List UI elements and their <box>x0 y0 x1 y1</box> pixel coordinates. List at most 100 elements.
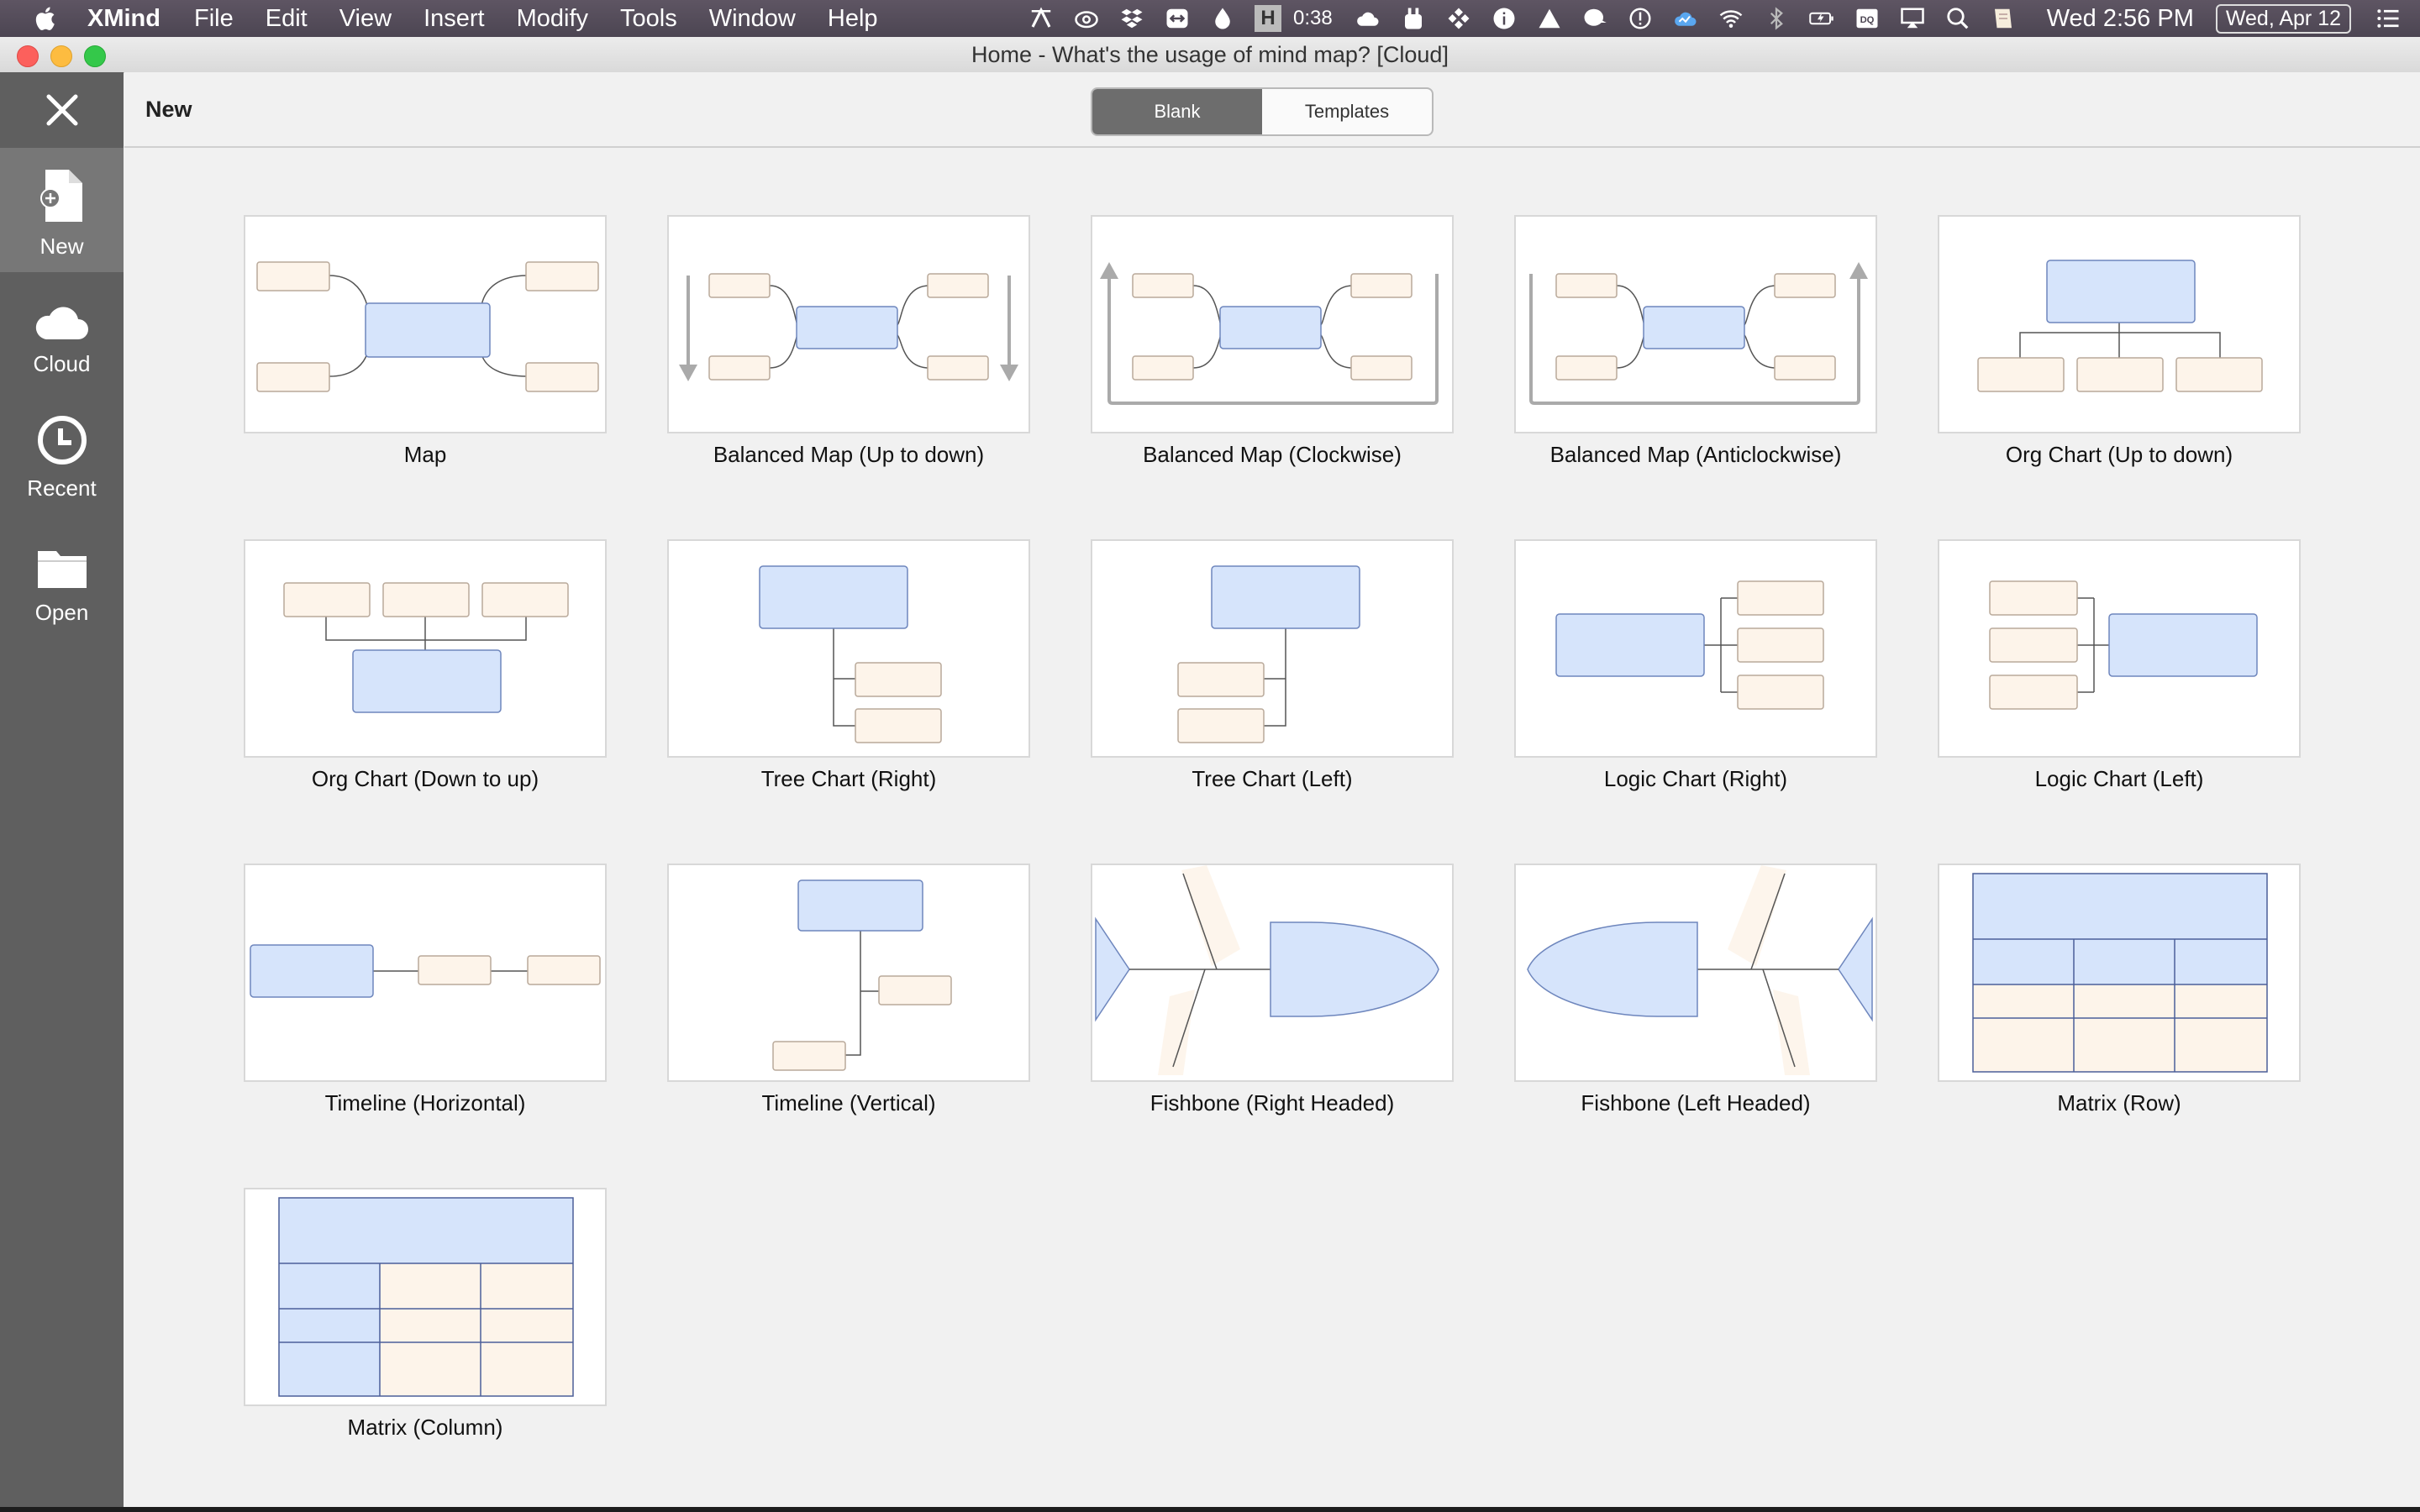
blank-templates-switch: Blank Templates <box>1091 87 1434 136</box>
window-zoom-button[interactable] <box>84 45 106 67</box>
template-map[interactable]: Map <box>244 215 607 468</box>
template-thumbnail <box>1091 215 1454 433</box>
spotlight-search-icon[interactable] <box>1944 5 1971 32</box>
template-label: Timeline (Vertical) <box>761 1090 936 1116</box>
template-label: Map <box>403 442 447 467</box>
notes-app-icon[interactable] <box>1990 5 2017 32</box>
dq-icon[interactable]: DQ <box>1854 5 1881 32</box>
window-title: Home - What's the usage of mind map? [Cl… <box>971 42 1449 67</box>
menu-window[interactable]: Window <box>709 5 796 33</box>
template-thumbnail <box>1091 864 1454 1082</box>
template-label: Logic Chart (Right) <box>1603 766 1788 791</box>
battery-icon[interactable] <box>1808 5 1835 32</box>
notification-center-icon[interactable] <box>2375 5 2402 32</box>
template-fishbone-left-headed[interactable]: Fishbone (Left Headed) <box>1514 864 1877 1116</box>
sidebar-item-recent[interactable]: Recent <box>0 396 124 521</box>
exclamation-circle-icon[interactable] <box>1627 5 1654 32</box>
bunny-icon[interactable] <box>1400 5 1427 32</box>
template-label: Balanced Map (Anticlockwise) <box>1549 442 1842 467</box>
triangle-icon[interactable] <box>1536 5 1563 32</box>
sidebar-item-label: New <box>39 234 84 259</box>
template-logic-chart-right[interactable]: Logic Chart (Right) <box>1514 539 1877 792</box>
template-label: Logic Chart (Left) <box>2034 766 2204 791</box>
menu-bar: XMind File Edit View Insert Modify Tools… <box>0 0 2420 37</box>
template-thumbnail <box>244 539 607 758</box>
tab-templates[interactable]: Templates <box>1262 89 1432 134</box>
template-balanced-map-clockwise[interactable]: Balanced Map (Clockwise) <box>1091 215 1454 468</box>
dropbox-icon[interactable] <box>1118 5 1145 32</box>
template-label: Tree Chart (Left) <box>1192 766 1353 791</box>
menu-help[interactable]: Help <box>828 5 878 33</box>
template-fishbone-right-headed[interactable]: Fishbone (Right Headed) <box>1091 864 1454 1116</box>
bluetooth-icon[interactable] <box>1763 5 1790 32</box>
template-tree-chart-right[interactable]: Tree Chart (Right) <box>667 539 1030 792</box>
template-thumbnail <box>1514 539 1877 758</box>
svg-text:DQ: DQ <box>1860 15 1874 25</box>
app-window: Home - What's the usage of mind map? [Cl… <box>0 37 2420 1507</box>
template-matrix-column[interactable]: Matrix (Column) <box>244 1188 607 1441</box>
template-label: Timeline (Horizontal) <box>324 1090 526 1116</box>
dropbox-alt-icon[interactable] <box>1445 5 1472 32</box>
menu-insert[interactable]: Insert <box>424 5 485 33</box>
teamviewer-icon[interactable] <box>1164 5 1191 32</box>
speech-bubble-icon[interactable] <box>1581 5 1608 32</box>
template-thumbnail <box>667 864 1030 1082</box>
template-thumbnail <box>1091 539 1454 758</box>
menu-tools[interactable]: Tools <box>620 5 677 33</box>
creative-cloud-icon[interactable] <box>1073 5 1100 32</box>
drop-icon[interactable] <box>1209 5 1236 32</box>
menu-modify[interactable]: Modify <box>517 5 588 33</box>
icloud-icon[interactable] <box>1355 5 1381 32</box>
apple-menu-icon[interactable] <box>32 4 60 33</box>
tab-blank[interactable]: Blank <box>1092 89 1262 134</box>
menu-view[interactable]: View <box>339 5 392 33</box>
cloud-activity-icon[interactable] <box>1672 5 1699 32</box>
window-minimize-button[interactable] <box>50 45 72 67</box>
timer-text[interactable]: 0:38 <box>1293 7 1333 30</box>
cloud-icon <box>35 307 88 339</box>
airplay-icon[interactable] <box>1899 5 1926 32</box>
close-icon <box>46 94 77 126</box>
wifi-icon[interactable] <box>1718 5 1744 32</box>
template-label: Tree Chart (Right) <box>760 766 937 791</box>
clock-text[interactable]: Wed 2:56 PM <box>2047 5 2194 33</box>
template-thumbnail <box>1938 864 2301 1082</box>
template-label: Balanced Map (Clockwise) <box>1143 442 1402 467</box>
sidebar: New Cloud Recent Open <box>0 72 124 1507</box>
template-timeline-horizontal[interactable]: Timeline (Horizontal) <box>244 864 607 1116</box>
date-badge[interactable]: Wed, Apr 12 <box>2215 3 2351 34</box>
app-menu[interactable]: XMind <box>87 5 160 33</box>
template-label: Matrix (Column) <box>347 1415 503 1440</box>
sidebar-item-label: Cloud <box>33 351 91 376</box>
template-label: Balanced Map (Up to down) <box>713 442 985 467</box>
sidebar-item-open[interactable]: Open <box>0 521 124 645</box>
h-badge[interactable]: H <box>1254 5 1281 32</box>
template-logic-chart-left[interactable]: Logic Chart (Left) <box>1938 539 2301 792</box>
menu-edit[interactable]: Edit <box>266 5 308 33</box>
template-label: Matrix (Row) <box>2057 1090 2181 1116</box>
template-timeline-vertical[interactable]: Timeline (Vertical) <box>667 864 1030 1116</box>
window-close-button[interactable] <box>17 45 39 67</box>
caret-app-icon[interactable] <box>1028 5 1055 32</box>
close-home-button[interactable] <box>0 72 124 148</box>
template-thumbnail <box>1938 215 2301 433</box>
template-label: Fishbone (Right Headed) <box>1150 1090 1395 1116</box>
template-balanced-map-anticlockwise[interactable]: Balanced Map (Anticlockwise) <box>1514 215 1877 468</box>
sidebar-item-new[interactable]: New <box>0 148 124 272</box>
template-balanced-map-up-to-down[interactable]: Balanced Map (Up to down) <box>667 215 1030 468</box>
template-org-chart-up-to-down[interactable]: Org Chart (Up to down) <box>1938 215 2301 468</box>
main-content: New Blank Templates Map Balanced Map (Up… <box>124 72 2420 1507</box>
content-toolbar: New Blank Templates <box>124 72 2420 148</box>
status-area: H 0:38 DQ Wed 2:56 PM Wed, Apr 12 <box>1028 0 2420 37</box>
template-thumbnail <box>1938 539 2301 758</box>
template-tree-chart-left[interactable]: Tree Chart (Left) <box>1091 539 1454 792</box>
sidebar-item-label: Open <box>34 600 89 625</box>
folder-icon <box>37 551 87 588</box>
template-org-chart-down-to-up[interactable]: Org Chart (Down to up) <box>244 539 607 792</box>
info-circle-icon[interactable] <box>1491 5 1518 32</box>
template-label: Org Chart (Up to down) <box>2005 442 2233 467</box>
sidebar-item-cloud[interactable]: Cloud <box>0 272 124 396</box>
template-thumbnail <box>244 215 607 433</box>
template-matrix-row[interactable]: Matrix (Row) <box>1938 864 2301 1116</box>
menu-file[interactable]: File <box>194 5 234 33</box>
